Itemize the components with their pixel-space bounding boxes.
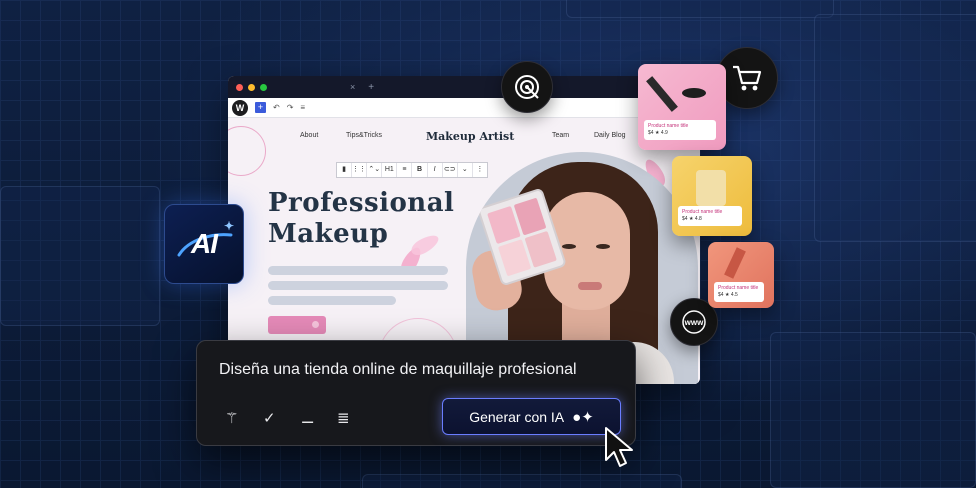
- background-panel: [770, 332, 976, 488]
- browser-window: × + W + ↶ ↷ ≡ About Tips&Tricks Makeup A…: [228, 76, 700, 384]
- mouse-cursor-icon: [605, 427, 633, 467]
- background-panel: [362, 474, 682, 488]
- maximize-dot[interactable]: [260, 83, 267, 91]
- long-text-icon[interactable]: ≣: [337, 409, 350, 427]
- product-info: Product name title $4 ★ 4.9: [644, 120, 716, 140]
- list-view-icon[interactable]: ≡: [300, 103, 305, 112]
- hero-line-2: Makeup: [268, 219, 389, 249]
- close-dot[interactable]: [236, 83, 243, 91]
- check-icon[interactable]: ✓: [263, 409, 276, 427]
- undo-icon[interactable]: ↶: [273, 103, 280, 112]
- background-panel: [566, 0, 834, 18]
- link-icon[interactable]: ⊂⊃: [443, 163, 458, 177]
- italic-button[interactable]: I: [428, 163, 443, 177]
- hero-line-1: Professional: [268, 188, 455, 218]
- bookmark-icon[interactable]: ▮: [337, 163, 353, 177]
- target-icon[interactable]: [501, 61, 553, 113]
- add-block-button[interactable]: +: [255, 102, 266, 113]
- browser-titlebar: × +: [228, 76, 700, 98]
- ai-prompt-panel: Diseña una tienda online de maquillaje p…: [196, 340, 636, 446]
- heading-level-button[interactable]: H1: [382, 163, 398, 177]
- minimize-dot[interactable]: [248, 83, 255, 91]
- product-info: Product name title $4 ★ 4.8: [678, 206, 742, 226]
- block-format-toolbar: ▮ ⋮⋮ ⌃⌄ H1 ≡ B I ⊂⊃ ⌄ ⋮: [336, 162, 488, 178]
- ai-logo-card: AI ✦: [164, 204, 244, 284]
- short-text-icon[interactable]: ⚊: [301, 409, 314, 427]
- editor-toolbar: W + ↶ ↷ ≡: [228, 98, 700, 118]
- cta-button[interactable]: [268, 316, 326, 334]
- www-label: www: [684, 317, 704, 327]
- wordpress-logo-icon[interactable]: W: [232, 99, 248, 116]
- site-nav: About Tips&Tricks Makeup Artist Team Dai…: [228, 130, 700, 146]
- product-info: Product name title $4 ★ 4.5: [714, 282, 764, 302]
- redo-icon[interactable]: ↷: [287, 103, 294, 112]
- background-panel: [814, 14, 976, 242]
- hero-heading[interactable]: Professional Makeup: [268, 188, 454, 250]
- new-tab-icon[interactable]: +: [368, 82, 374, 93]
- nav-about[interactable]: About: [300, 132, 318, 139]
- product-card[interactable]: Product name title $4 ★ 4.8: [672, 156, 752, 236]
- site-brand[interactable]: Makeup Artist: [426, 130, 514, 143]
- text-placeholder: [268, 266, 448, 275]
- bold-button[interactable]: B: [412, 163, 428, 177]
- move-icon[interactable]: ⌃⌄: [367, 163, 383, 177]
- background-panel: [0, 186, 160, 326]
- product-card[interactable]: Product name title $4 ★ 4.5: [708, 242, 774, 308]
- tab-close-icon[interactable]: ×: [350, 82, 355, 92]
- sparkle-icon: ✦: [223, 219, 234, 233]
- drag-handle-icon[interactable]: ⋮⋮: [352, 163, 368, 177]
- ai-logo-text: AI: [191, 228, 218, 259]
- magic-wand-icon[interactable]: ⚚: [225, 409, 238, 427]
- text-placeholder: [268, 281, 448, 290]
- prompt-input[interactable]: Diseña una tienda online de maquillaje p…: [219, 361, 577, 379]
- nav-blog[interactable]: Daily Blog: [594, 132, 626, 139]
- nav-tips[interactable]: Tips&Tricks: [346, 132, 382, 139]
- more-chevron-icon[interactable]: ⌄: [458, 163, 473, 177]
- text-placeholder: [268, 296, 396, 305]
- sparkles-icon: ●✦: [572, 408, 594, 426]
- options-icon[interactable]: ⋮: [473, 163, 487, 177]
- align-icon[interactable]: ≡: [397, 163, 413, 177]
- generate-label: Generar con IA: [469, 408, 565, 425]
- product-card[interactable]: Product name title $4 ★ 4.9: [638, 64, 726, 150]
- nav-team[interactable]: Team: [552, 132, 569, 139]
- generate-with-ai-button[interactable]: Generar con IA ●✦: [442, 398, 621, 435]
